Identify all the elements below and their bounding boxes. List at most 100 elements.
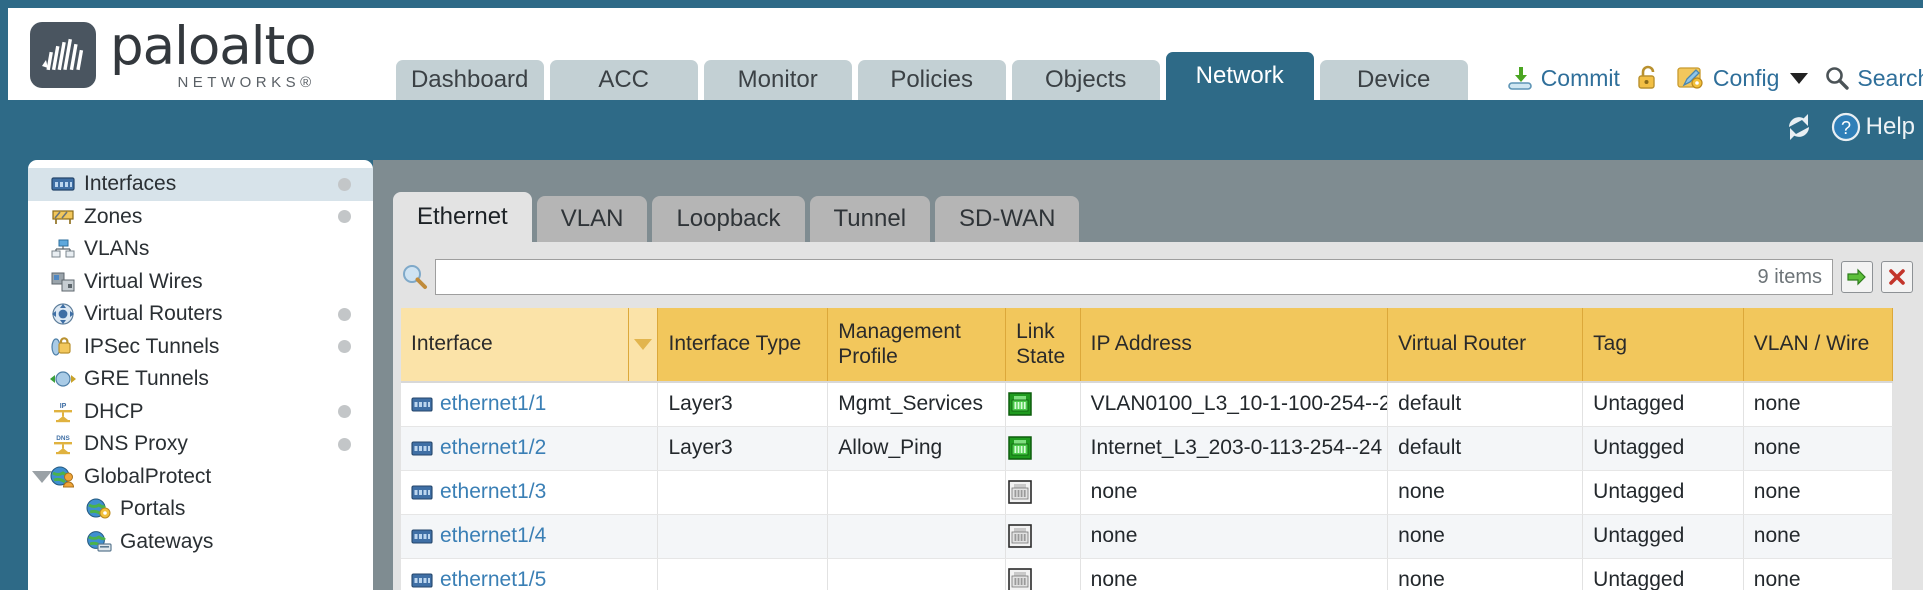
cell-vlan-wire: none: [1743, 426, 1892, 470]
nav-tab-label: Network: [1196, 62, 1284, 90]
chevron-down-icon[interactable]: [1790, 73, 1808, 84]
svg-text:?: ?: [1841, 118, 1851, 138]
commit-save-icon: [1506, 64, 1534, 92]
cell-interface[interactable]: ethernet1/2: [401, 426, 658, 470]
tab-tunnel[interactable]: Tunnel: [810, 196, 931, 242]
column-header-virtual-router[interactable]: Virtual Router: [1388, 308, 1583, 382]
sidebar-item-zones[interactable]: Zones: [28, 201, 373, 234]
svg-text:IP: IP: [60, 403, 67, 410]
table-body: ethernet1/1 Layer3 Mgmt_Services VLAN010…: [401, 382, 1893, 590]
magnifier-icon: [1824, 65, 1850, 91]
cell-interface-type: Layer3: [658, 382, 828, 426]
table-row[interactable]: ethernet1/4 none none Untagged: [401, 514, 1893, 558]
column-header-vlan-wire[interactable]: VLAN / Wire: [1743, 308, 1892, 382]
interface-link[interactable]: ethernet1/2: [440, 436, 546, 460]
sidebar-item-gre-tunnels[interactable]: GRE Tunnels: [28, 363, 373, 396]
svg-text:DNS: DNS: [56, 435, 70, 442]
commit-button[interactable]: Commit: [1506, 64, 1620, 92]
column-header-tag[interactable]: Tag: [1583, 308, 1744, 382]
sidebar-item-virtual-wires[interactable]: Virtual Wires: [28, 266, 373, 299]
apply-filter-button[interactable]: [1841, 261, 1873, 293]
table-row[interactable]: ethernet1/5 none none Untagged: [401, 558, 1893, 590]
nav-tab-network[interactable]: Network: [1166, 52, 1314, 100]
interface-link[interactable]: ethernet1/4: [440, 524, 546, 548]
refresh-icon[interactable]: [1783, 112, 1815, 142]
sidebar-item-dhcp[interactable]: IP DHCP: [28, 396, 373, 429]
tab-vlan[interactable]: VLAN: [537, 196, 648, 242]
column-header-link-state[interactable]: Link State: [1006, 308, 1081, 382]
sidebar-item-label: GRE Tunnels: [84, 367, 209, 391]
commit-label: Commit: [1541, 65, 1620, 92]
cell-ip-address: none: [1080, 558, 1387, 590]
sidebar-item-ipsec-tunnels[interactable]: IPSec Tunnels: [28, 331, 373, 364]
ethernet-port-icon: [411, 397, 433, 412]
cell-interface[interactable]: ethernet1/3: [401, 470, 658, 514]
brand-subtitle: NETWORKS: [177, 74, 300, 91]
ethernet-port-icon: [411, 485, 433, 500]
sidebar-item-virtual-routers[interactable]: Virtual Routers: [28, 298, 373, 331]
search-button[interactable]: Search: [1824, 65, 1923, 92]
gateways-icon: [86, 531, 112, 553]
interfaces-icon: [50, 173, 76, 195]
nav-tab-label: Objects: [1045, 66, 1126, 94]
config-label: Config: [1713, 65, 1779, 92]
brand-name: paloalto: [110, 20, 316, 73]
column-header-ip-address[interactable]: IP Address: [1080, 308, 1387, 382]
tab-label: SD-WAN: [959, 205, 1055, 233]
column-header-interface-type[interactable]: Interface Type: [658, 308, 828, 382]
nav-tab-policies[interactable]: Policies: [858, 60, 1006, 100]
nav-tab-acc[interactable]: ACC: [550, 60, 698, 100]
column-header-management-profile[interactable]: Management Profile: [828, 308, 1006, 382]
gre-tunnels-icon: [50, 368, 76, 390]
sidebar-item-vlans[interactable]: VLANs: [28, 233, 373, 266]
table-row[interactable]: ethernet1/1 Layer3 Mgmt_Services VLAN010…: [401, 382, 1893, 426]
column-sort-button[interactable]: [628, 308, 658, 382]
cell-management-profile: Mgmt_Services: [828, 382, 1006, 426]
cell-interface[interactable]: ethernet1/4: [401, 514, 658, 558]
sidebar-item-interfaces[interactable]: Interfaces: [28, 168, 373, 201]
zones-icon: [50, 206, 76, 228]
nav-tab-device[interactable]: Device: [1320, 60, 1468, 100]
main-content: Ethernet VLAN Loopback Tunnel SD-WAN 9 i…: [373, 160, 1923, 590]
tab-ethernet[interactable]: Ethernet: [393, 192, 532, 242]
cell-interface[interactable]: ethernet1/1: [401, 382, 658, 426]
sidebar-item-portals[interactable]: Portals: [28, 493, 373, 526]
tab-label: Ethernet: [417, 203, 508, 231]
sort-descending-icon: [634, 339, 652, 350]
table-row[interactable]: ethernet1/2 Layer3 Allow_Ping Internet_L…: [401, 426, 1893, 470]
nav-tab-objects[interactable]: Objects: [1012, 60, 1160, 100]
cell-tag: Untagged: [1583, 382, 1744, 426]
cell-management-profile: Allow_Ping: [828, 426, 1006, 470]
tab-sd-wan[interactable]: SD-WAN: [935, 196, 1079, 242]
interface-link[interactable]: ethernet1/1: [440, 392, 546, 416]
search-input[interactable]: 9 items: [435, 259, 1833, 295]
sidebar-item-globalprotect[interactable]: GlobalProtect: [28, 461, 373, 494]
sidebar-item-label: Portals: [120, 497, 185, 521]
cell-interface[interactable]: ethernet1/5: [401, 558, 658, 590]
sidebar-item-label: Gateways: [120, 530, 213, 554]
table-row[interactable]: ethernet1/3 none none Untagged: [401, 470, 1893, 514]
nav-tab-monitor[interactable]: Monitor: [704, 60, 852, 100]
link-state-up-icon: [1006, 390, 1080, 418]
tab-loopback[interactable]: Loopback: [652, 196, 804, 242]
cell-link-state: [1006, 514, 1081, 558]
main-navigation: Dashboard ACC Monitor Policies Objects N…: [396, 52, 1468, 100]
utility-actions: ? Help: [1783, 112, 1915, 142]
nav-tab-label: ACC: [598, 66, 649, 94]
table-header-row: Interface Interface Type Management Prof…: [401, 308, 1893, 382]
interface-link[interactable]: ethernet1/5: [440, 568, 546, 590]
config-menu-button[interactable]: Config: [1676, 64, 1808, 92]
interface-link[interactable]: ethernet1/3: [440, 480, 546, 504]
nav-tab-dashboard[interactable]: Dashboard: [396, 60, 544, 100]
chevron-down-icon[interactable]: [32, 471, 52, 483]
column-header-interface[interactable]: Interface: [401, 308, 628, 382]
sidebar-item-gateways[interactable]: Gateways: [28, 526, 373, 559]
sidebar-item-dns-proxy[interactable]: DNS DNS Proxy: [28, 428, 373, 461]
clear-filter-button[interactable]: [1881, 261, 1913, 293]
help-button[interactable]: ? Help: [1831, 112, 1915, 142]
top-header-bar: paloalto NETWORKS® Dashboard ACC Monitor…: [8, 8, 1923, 100]
search-label: Search: [1857, 65, 1923, 92]
cell-tag: Untagged: [1583, 514, 1744, 558]
config-lock-button[interactable]: [1636, 64, 1660, 92]
link-state-down-icon: [1006, 566, 1080, 590]
